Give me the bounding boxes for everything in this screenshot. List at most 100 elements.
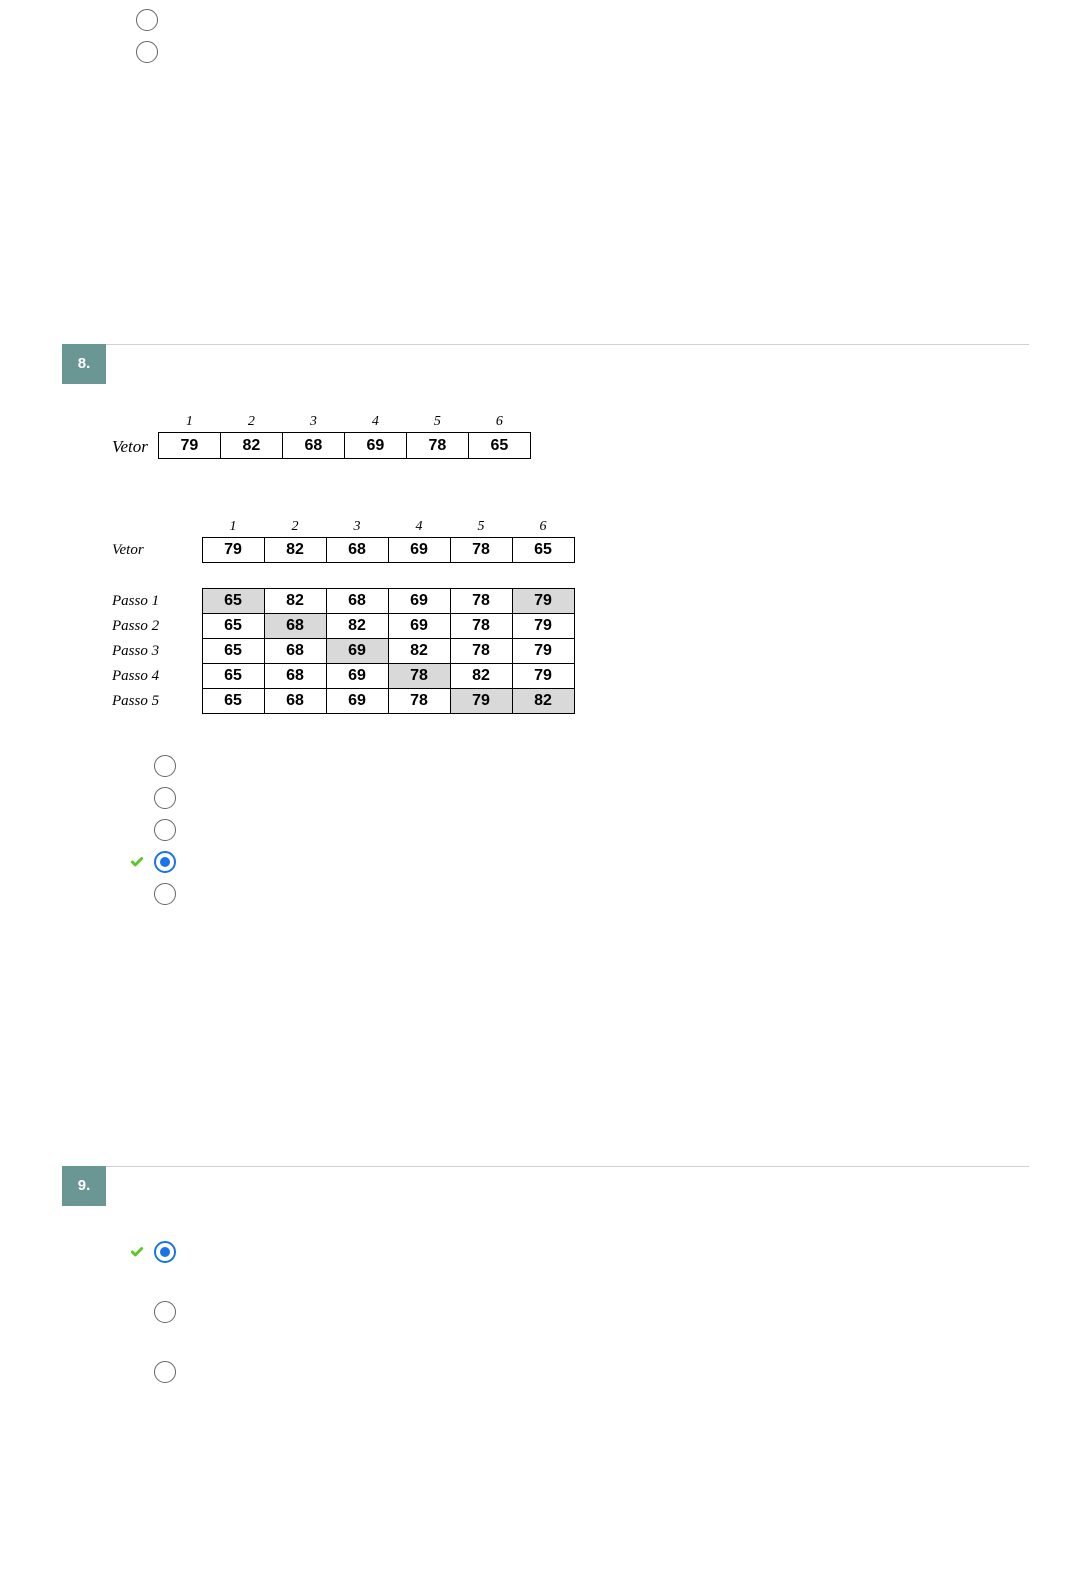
column-index: 3 xyxy=(282,414,344,433)
step-cell: 65 xyxy=(202,589,264,614)
question-8-options xyxy=(112,714,1029,906)
spacer xyxy=(112,563,574,589)
option-row[interactable] xyxy=(130,1300,1029,1324)
step-cell: 69 xyxy=(388,589,450,614)
step-row-label: Passo 5 xyxy=(112,689,202,714)
column-index: 6 xyxy=(468,414,530,433)
radio-button[interactable] xyxy=(154,1361,176,1383)
column-index: 1 xyxy=(158,414,220,433)
steps-wrap: 123456 Vetor798268697865Passo 1658268697… xyxy=(112,519,1029,714)
option-row[interactable] xyxy=(130,882,1029,906)
vetor-cell: 65 xyxy=(512,538,574,563)
radio-button[interactable] xyxy=(154,1301,176,1323)
vetor-cell: 69 xyxy=(388,538,450,563)
previous-question-options-tail xyxy=(62,0,1029,64)
column-index: 5 xyxy=(406,414,468,433)
vetor-cell: 79 xyxy=(202,538,264,563)
step-cell: 68 xyxy=(326,589,388,614)
vetor-cell: 79 xyxy=(158,433,220,459)
step-cell: 79 xyxy=(512,639,574,664)
radio-button[interactable] xyxy=(154,755,176,777)
radio-button[interactable] xyxy=(154,1241,176,1263)
step-cell: 65 xyxy=(202,639,264,664)
column-index: 3 xyxy=(326,519,388,538)
vetor-initial-wrap: Vetor 123456 798268697865 xyxy=(112,414,1029,459)
step-row-label: Passo 2 xyxy=(112,614,202,639)
step-cell: 69 xyxy=(388,614,450,639)
step-cell: 78 xyxy=(388,689,450,714)
option-row[interactable] xyxy=(130,786,1029,810)
radio-button[interactable] xyxy=(154,883,176,905)
option-row[interactable] xyxy=(112,40,1029,64)
option-row[interactable] xyxy=(112,8,1029,32)
vetor-cell: 82 xyxy=(264,538,326,563)
step-cell: 68 xyxy=(264,664,326,689)
radio-button[interactable] xyxy=(154,787,176,809)
column-index: 5 xyxy=(450,519,512,538)
correct-check-icon xyxy=(130,855,144,869)
step-cell: 78 xyxy=(450,614,512,639)
question-9: 9. xyxy=(62,1167,1029,1384)
step-cell: 82 xyxy=(264,589,326,614)
step-cell: 79 xyxy=(512,664,574,689)
vetor-cell: 68 xyxy=(282,433,344,459)
vetor-cell: 68 xyxy=(326,538,388,563)
step-cell: 82 xyxy=(450,664,512,689)
step-cell: 65 xyxy=(202,614,264,639)
vetor-cell: 65 xyxy=(468,433,530,459)
step-row-label: Passo 1 xyxy=(112,589,202,614)
question-8: 8. Vetor 123456 798268697865 123456 Veto… xyxy=(62,345,1029,906)
step-cell: 69 xyxy=(326,689,388,714)
vetor-cell: 82 xyxy=(220,433,282,459)
radio-button[interactable] xyxy=(136,41,158,63)
column-index: 2 xyxy=(220,414,282,433)
question-8-content: Vetor 123456 798268697865 123456 Vetor79… xyxy=(62,384,1029,906)
column-index: 2 xyxy=(264,519,326,538)
radio-button[interactable] xyxy=(136,9,158,31)
radio-dot xyxy=(160,1247,170,1257)
step-cell: 69 xyxy=(326,664,388,689)
option-row[interactable] xyxy=(130,850,1029,874)
question-number-badge: 8. xyxy=(62,344,106,384)
radio-dot xyxy=(160,857,170,867)
correct-check-icon xyxy=(130,1245,144,1259)
steps-table: 123456 Vetor798268697865Passo 1658268697… xyxy=(112,519,575,714)
vetor-cell: 78 xyxy=(406,433,468,459)
step-cell: 79 xyxy=(512,614,574,639)
step-cell: 82 xyxy=(512,689,574,714)
column-index: 4 xyxy=(388,519,450,538)
step-cell: 65 xyxy=(202,689,264,714)
step-cell: 82 xyxy=(326,614,388,639)
radio-button[interactable] xyxy=(154,851,176,873)
step-cell: 78 xyxy=(450,589,512,614)
column-index: 6 xyxy=(512,519,574,538)
step-cell: 79 xyxy=(512,589,574,614)
step-cell: 69 xyxy=(326,639,388,664)
vetor-cell: 69 xyxy=(344,433,406,459)
vetor-row-label: Vetor xyxy=(112,538,202,563)
question-number-badge: 9. xyxy=(62,1166,106,1206)
radio-button[interactable] xyxy=(154,819,176,841)
step-cell: 79 xyxy=(450,689,512,714)
option-row[interactable] xyxy=(130,754,1029,778)
question-9-content xyxy=(62,1206,1029,1384)
step-cell: 68 xyxy=(264,689,326,714)
page-container: 8. Vetor 123456 798268697865 123456 Veto… xyxy=(0,0,1069,1570)
option-row[interactable] xyxy=(130,1240,1029,1264)
column-index: 1 xyxy=(202,519,264,538)
column-index: 4 xyxy=(344,414,406,433)
step-cell: 65 xyxy=(202,664,264,689)
step-cell: 82 xyxy=(388,639,450,664)
vetor-label: Vetor xyxy=(112,437,158,459)
option-row[interactable] xyxy=(130,818,1029,842)
step-cell: 68 xyxy=(264,614,326,639)
question-9-options xyxy=(112,1206,1029,1384)
step-cell: 78 xyxy=(450,639,512,664)
step-cell: 68 xyxy=(264,639,326,664)
vetor-cell: 78 xyxy=(450,538,512,563)
option-row[interactable] xyxy=(130,1360,1029,1384)
step-cell: 78 xyxy=(388,664,450,689)
step-row-label: Passo 4 xyxy=(112,664,202,689)
step-row-label: Passo 3 xyxy=(112,639,202,664)
vetor-initial-table: 123456 798268697865 xyxy=(158,414,531,459)
